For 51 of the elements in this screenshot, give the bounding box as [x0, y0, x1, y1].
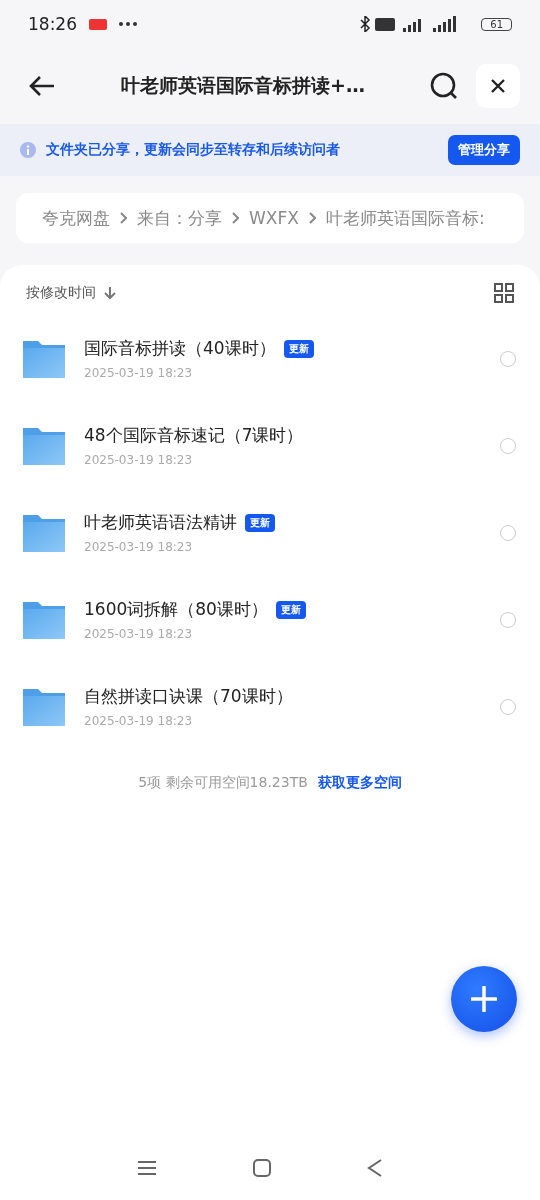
add-button[interactable]: [451, 966, 517, 1032]
update-badge: 更新: [275, 600, 306, 619]
folder-name: 自然拼读口诀课（70课时）: [84, 685, 293, 708]
modified-date: 2025-03-19 18:23: [84, 453, 194, 467]
more-icon: [119, 22, 137, 26]
modified-date: 2025-03-19 18:23: [84, 366, 194, 380]
more-space-link[interactable]: 获取更多空间: [317, 774, 402, 792]
folder-icon: [22, 338, 66, 379]
chevron-icon: [120, 212, 127, 224]
folder-row[interactable]: 自然拼读口诀课（70课时） 2025-03-19 18:23: [0, 663, 540, 750]
storage-summary: 5项 剩余可用空间18.23TB: [138, 774, 308, 792]
menu-icon[interactable]: [137, 1160, 157, 1176]
folder-name: 48个国际音标速记（7课时）: [84, 424, 304, 447]
close-icon: [490, 78, 506, 94]
folder-row[interactable]: 国际音标拼读（40课时） 更新 2025-03-19 18:23: [0, 315, 540, 402]
breadcrumb-item[interactable]: WXFX: [249, 208, 299, 228]
update-badge: 更新: [245, 513, 275, 532]
grid-view-icon[interactable]: [494, 283, 514, 303]
folder-row[interactable]: 1600词拆解（80课时） 更新 2025-03-19 18:23: [0, 576, 540, 663]
breadcrumb-item[interactable]: 叶老师英语国际音标:: [325, 206, 485, 230]
update-badge: 更新: [283, 339, 314, 358]
back-icon[interactable]: [367, 1159, 383, 1177]
home-icon[interactable]: [253, 1159, 271, 1177]
back-arrow-icon: [28, 74, 56, 98]
search-icon: [430, 72, 458, 100]
modified-date: 2025-03-19 18:23: [84, 540, 194, 554]
manage-share-button[interactable]: 管理分享: [448, 135, 520, 165]
breadcrumb-item[interactable]: 夸克网盘: [42, 206, 110, 230]
folder-name: 叶老师英语语法精讲: [84, 511, 237, 534]
modified-date: 2025-03-19 18:23: [84, 627, 194, 641]
close-button[interactable]: [476, 64, 520, 108]
modified-date: 2025-03-19 18:23: [84, 714, 194, 728]
folder-icon: [22, 512, 66, 553]
folder-icon: [22, 686, 66, 727]
page-title: 叶老师英语国际音标拼读+…: [120, 73, 366, 98]
down-arrow-icon: [104, 286, 116, 300]
folder-icon: [22, 599, 66, 640]
sort-label[interactable]: 按修改时间: [26, 284, 96, 302]
folder-name: 1600词拆解（80课时）: [84, 598, 268, 621]
folder-row[interactable]: 48个国际音标速记（7课时） 2025-03-19 18:23: [0, 402, 540, 489]
status-time: 18:26: [28, 14, 77, 34]
chevron-icon: [308, 212, 316, 224]
info-icon: [20, 142, 36, 158]
notification-icon: [89, 18, 107, 30]
folder-icon: [22, 425, 66, 466]
chevron-icon: [232, 212, 239, 224]
battery-icon: 61: [481, 17, 512, 31]
folder-name: 国际音标拼读（40课时）: [84, 337, 276, 360]
plus-icon: [471, 986, 497, 1012]
folder-row[interactable]: 叶老师英语语法精讲 更新 2025-03-19 18:23: [0, 489, 540, 576]
share-notice: 文件夹已分享，更新会同步至转存和后续访问者: [46, 141, 341, 159]
